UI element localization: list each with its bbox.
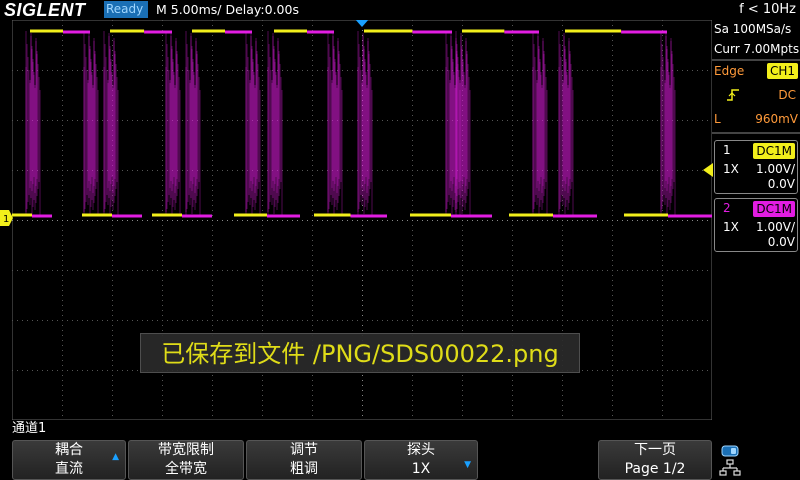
sample-rate: Sa 100MSa/s <box>714 22 792 36</box>
trigger-source-badge: CH1 <box>766 63 798 79</box>
frequency-counter: f < 10Hz <box>739 2 796 17</box>
coupling-softkey[interactable]: 耦合 直流 ▲ <box>12 440 126 480</box>
ch2-info-box[interactable]: 2 DC1M 1X 1.00V/ 0.0V <box>714 198 798 252</box>
ch1-coupling-badge: DC1M <box>753 143 795 159</box>
trigger-type-row[interactable]: Edge CH1 <box>712 62 800 80</box>
empty-value <box>481 460 593 479</box>
ch2-scale: 1.00V/ <box>756 220 795 234</box>
adjust-softkey[interactable]: 调节 粗调 <box>246 440 362 480</box>
menu-title: 通道1 <box>12 421 47 436</box>
arrow-up-icon: ▲ <box>112 452 119 462</box>
ch2-probe: 1X <box>723 220 739 234</box>
save-notification: 已保存到文件 /PNG/SDS00022.png <box>140 333 580 373</box>
divider <box>712 132 800 134</box>
adjust-label: 调节 <box>290 442 318 458</box>
ch2-coupling-badge: DC1M <box>753 201 795 217</box>
divider <box>712 59 800 61</box>
probe-softkey[interactable]: 探头 1X ▼ <box>364 440 478 480</box>
softkey-bar: 耦合 直流 ▲ 带宽限制 全带宽 调节 粗调 探头 1X ▼ 下一页 Page … <box>0 438 800 480</box>
trigger-coupling: DC <box>778 88 796 102</box>
probe-value: 1X <box>411 461 431 477</box>
ch1-offset: 0.0V <box>767 177 795 191</box>
trigger-type: Edge <box>714 64 745 78</box>
empty-label <box>481 441 593 460</box>
info-panel: Sa 100MSa/s Curr 7.00Mpts Edge CH1 DC L … <box>712 20 800 420</box>
ch1-ground-marker[interactable]: 1 <box>0 210 14 226</box>
bandwidth-limit-softkey[interactable]: 带宽限制 全带宽 <box>128 440 244 480</box>
next-page-softkey[interactable]: 下一页 Page 1/2 <box>598 440 712 480</box>
coupling-value: 直流 <box>55 461 83 477</box>
probe-label: 探头 <box>407 442 435 458</box>
empty-softkey <box>480 440 594 480</box>
ch1-marker-label: 1 <box>3 214 9 225</box>
coupling-label: 耦合 <box>55 442 83 458</box>
status-bar: SIGLENT Ready M 5.00ms/ Delay:0.00s f < … <box>0 0 800 20</box>
rising-edge-icon <box>727 89 739 101</box>
memory-depth: Curr 7.00Mpts <box>714 42 800 56</box>
trigger-coupling-row[interactable]: DC <box>712 86 800 104</box>
ch1-number: 1 <box>723 143 731 157</box>
ch2-offset: 0.0V <box>767 235 795 249</box>
bandwidth-label: 带宽限制 <box>158 442 214 458</box>
ch1-scale: 1.00V/ <box>756 162 795 176</box>
ch1-info-box[interactable]: 1 DC1M 1X 1.00V/ 0.0V <box>714 140 798 194</box>
trigger-level-label: L <box>714 112 721 126</box>
ch1-probe: 1X <box>723 162 739 176</box>
timebase-readout[interactable]: M 5.00ms/ Delay:0.00s <box>156 0 299 20</box>
brand-logo: SIGLENT <box>4 0 86 20</box>
bandwidth-value: 全带宽 <box>165 461 207 477</box>
run-status-badge[interactable]: Ready <box>104 1 148 18</box>
usb-network-icon <box>719 445 741 476</box>
adjust-value: 粗调 <box>290 461 318 477</box>
page-indicator: Page 1/2 <box>624 461 686 477</box>
trigger-level: 960mV <box>755 112 798 126</box>
trigger-level-row[interactable]: L 960mV <box>712 110 800 128</box>
arrow-down-icon: ▼ <box>464 460 471 470</box>
ch2-number: 2 <box>723 201 731 215</box>
next-page-label: 下一页 <box>634 442 676 458</box>
